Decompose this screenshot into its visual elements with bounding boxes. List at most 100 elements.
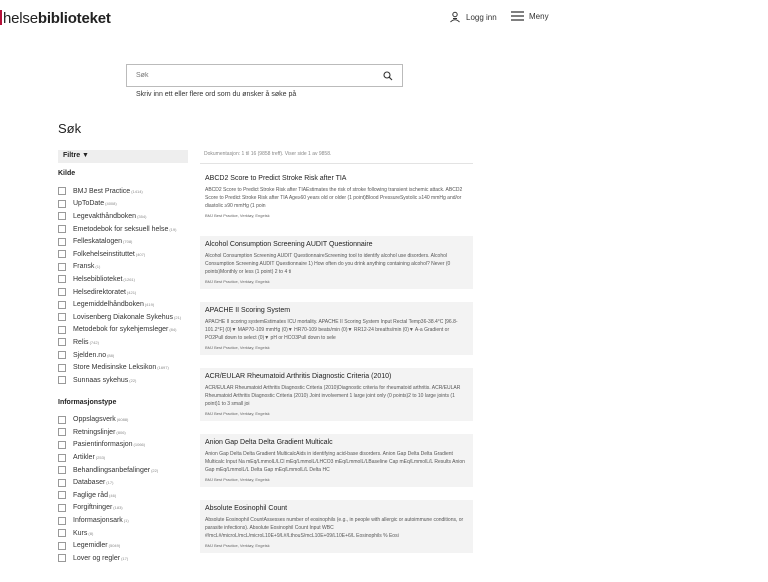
- filter-option[interactable]: Forgiftninger (183): [58, 502, 188, 515]
- filter-option[interactable]: BMJ Best Practice (1414): [58, 185, 188, 198]
- filter-checkbox[interactable]: [58, 325, 66, 334]
- filter-option[interactable]: Sunnaas sykehus (22): [58, 374, 188, 387]
- result-card: Anion Gap Delta Delta Gradient Multicalc…: [200, 434, 473, 487]
- menu-button[interactable]: Meny: [511, 11, 549, 21]
- result-title-link[interactable]: Absolute Eosinophil Count: [205, 505, 468, 512]
- result-card: Absolute Eosinophil Count Absolute Eosino…: [200, 500, 473, 553]
- filter-option[interactable]: Informasjonsark (1): [58, 514, 188, 527]
- filter-checkbox[interactable]: [58, 541, 66, 550]
- filter-checkbox[interactable]: [58, 428, 66, 437]
- filter-option[interactable]: Oppslagsverk (6088): [58, 414, 188, 427]
- site-header: helsebiblioteket Logg inn Meny: [0, 0, 768, 38]
- filter-option[interactable]: Relis (742): [58, 336, 188, 349]
- filter-count: (21): [174, 314, 182, 320]
- filter-label: Emetodebok for seksuell helse: [73, 225, 169, 233]
- filter-option[interactable]: UpToDate (4008): [58, 198, 188, 211]
- filter-checkbox[interactable]: [58, 529, 66, 538]
- filter-checkbox[interactable]: [58, 275, 66, 284]
- filter-label: Faglige råd: [73, 491, 109, 499]
- filter-checkbox[interactable]: [58, 478, 66, 487]
- filter-checkbox[interactable]: [58, 554, 66, 563]
- login-button[interactable]: Logg inn: [449, 11, 497, 23]
- filter-option[interactable]: Retningslinjer (806): [58, 426, 188, 439]
- filter-count: (354): [137, 213, 147, 219]
- filter-option[interactable]: Lovisenberg Diakonale Sykehus (21): [58, 311, 188, 324]
- filter-checkbox[interactable]: [58, 288, 66, 297]
- filter-option[interactable]: Legemiddelhåndboken (419): [58, 298, 188, 311]
- filter-count: (17): [106, 480, 114, 486]
- result-card: ABCD2 Score to Predict Stroke Risk after…: [200, 170, 473, 223]
- page-title: Søk: [58, 121, 82, 136]
- filter-checkbox[interactable]: [58, 491, 66, 500]
- filter-label: Metodebok for sykehjemsleger: [73, 326, 169, 334]
- filter-option[interactable]: Emetodebok for seksuell helse (19): [58, 223, 188, 236]
- filter-checkbox[interactable]: [58, 300, 66, 309]
- filter-checkbox[interactable]: [58, 199, 66, 208]
- filter-option[interactable]: Fransk (1): [58, 261, 188, 274]
- result-description: Anion Gap Delta Delta Gradient Multicalc…: [205, 451, 465, 473]
- filter-option[interactable]: Metodebok for sykehjemsleger (84): [58, 324, 188, 337]
- filter-checkbox[interactable]: [58, 415, 66, 424]
- filter-option[interactable]: Legevakthåndboken (354): [58, 210, 188, 223]
- filter-count: (1066): [133, 442, 146, 448]
- filter-count: (1697): [157, 365, 169, 371]
- filter-checkbox[interactable]: [58, 212, 66, 221]
- filter-checkbox[interactable]: [58, 453, 66, 462]
- filter-checkbox[interactable]: [58, 376, 66, 385]
- filter-checkbox[interactable]: [58, 225, 66, 234]
- filter-checkbox[interactable]: [58, 363, 66, 372]
- menu-label: Meny: [529, 11, 549, 21]
- result-description: Absolute Eosinophil CountAssesses number…: [205, 517, 464, 539]
- filter-label: Felleskatalogen: [73, 238, 123, 246]
- results-list: Dokumentasjon: 1 til 16 (9858 treff). Vi…: [200, 150, 473, 566]
- filter-checkbox[interactable]: [58, 440, 66, 449]
- filter-group-title: Informasjonstype: [58, 398, 117, 406]
- filter-checkbox[interactable]: [58, 351, 66, 360]
- filter-count: (806): [116, 429, 126, 435]
- filter-option[interactable]: Folkehelseinstituttet (407): [58, 248, 188, 261]
- filter-count: (253): [95, 455, 106, 461]
- filter-option[interactable]: Artikler (253): [58, 451, 188, 464]
- filter-checkbox[interactable]: [58, 338, 66, 347]
- filter-checkbox[interactable]: [58, 262, 66, 271]
- filter-checkbox[interactable]: [58, 313, 66, 322]
- filter-option[interactable]: Behandlingsanbefalinger (22): [58, 464, 188, 477]
- filter-option[interactable]: Legemidler (5049): [58, 539, 188, 552]
- result-meta: BMJ Best Practice, Verktøy, Engelsk: [205, 213, 270, 218]
- filter-option[interactable]: Sjelden.no (88): [58, 349, 188, 362]
- result-title-link[interactable]: Anion Gap Delta Delta Gradient Multicalc: [205, 439, 468, 446]
- filter-count: (22): [151, 467, 159, 473]
- result-title-link[interactable]: ABCD2 Score to Predict Stroke Risk after…: [205, 175, 468, 182]
- filter-toggle[interactable]: Filtre ▼: [58, 150, 188, 163]
- search-icon[interactable]: [383, 70, 393, 81]
- filter-option[interactable]: Helsedirektoratet (421): [58, 286, 188, 299]
- filter-label: UpToDate: [73, 200, 105, 208]
- result-description: Alcohol Consumption Screening AUDIT Ques…: [205, 253, 451, 275]
- filter-checkbox[interactable]: [58, 250, 66, 259]
- filter-checkbox[interactable]: [58, 237, 66, 246]
- result-title-link[interactable]: APACHE II Scoring System: [205, 307, 468, 314]
- filter-option[interactable]: Databaser (17): [58, 476, 188, 489]
- search-input[interactable]: [136, 72, 356, 79]
- filter-count: (8): [88, 530, 94, 536]
- filter-count: (6088): [116, 417, 129, 423]
- filter-checkbox[interactable]: [58, 187, 66, 196]
- filter-checkbox[interactable]: [58, 516, 66, 525]
- filter-option[interactable]: Lover og regler (17): [58, 552, 188, 565]
- filter-count: (742): [89, 339, 99, 345]
- result-title-link[interactable]: ACR/EULAR Rheumatoid Arthritis Diagnosti…: [205, 373, 468, 380]
- filter-option[interactable]: Pasientinformasjon (1066): [58, 439, 188, 452]
- filter-label: Kurs: [73, 529, 88, 537]
- result-title-link[interactable]: Alcohol Consumption Screening AUDIT Ques…: [205, 241, 468, 248]
- filter-checkbox[interactable]: [58, 503, 66, 512]
- filter-label: Helsedirektoratet: [73, 288, 126, 296]
- filter-option[interactable]: Helsebiblioteket (1261): [58, 273, 188, 286]
- filter-label: Store Medisinske Leksikon: [73, 364, 157, 372]
- site-logo[interactable]: helsebiblioteket: [0, 10, 111, 27]
- filter-checkbox[interactable]: [58, 466, 66, 475]
- filter-option[interactable]: Faglige råd (46): [58, 489, 188, 502]
- filter-option[interactable]: Kurs (8): [58, 527, 188, 540]
- filter-label: Sjelden.no: [73, 351, 107, 359]
- filter-option[interactable]: Felleskatalogen (708): [58, 235, 188, 248]
- filter-option[interactable]: Store Medisinske Leksikon (1697): [58, 361, 188, 374]
